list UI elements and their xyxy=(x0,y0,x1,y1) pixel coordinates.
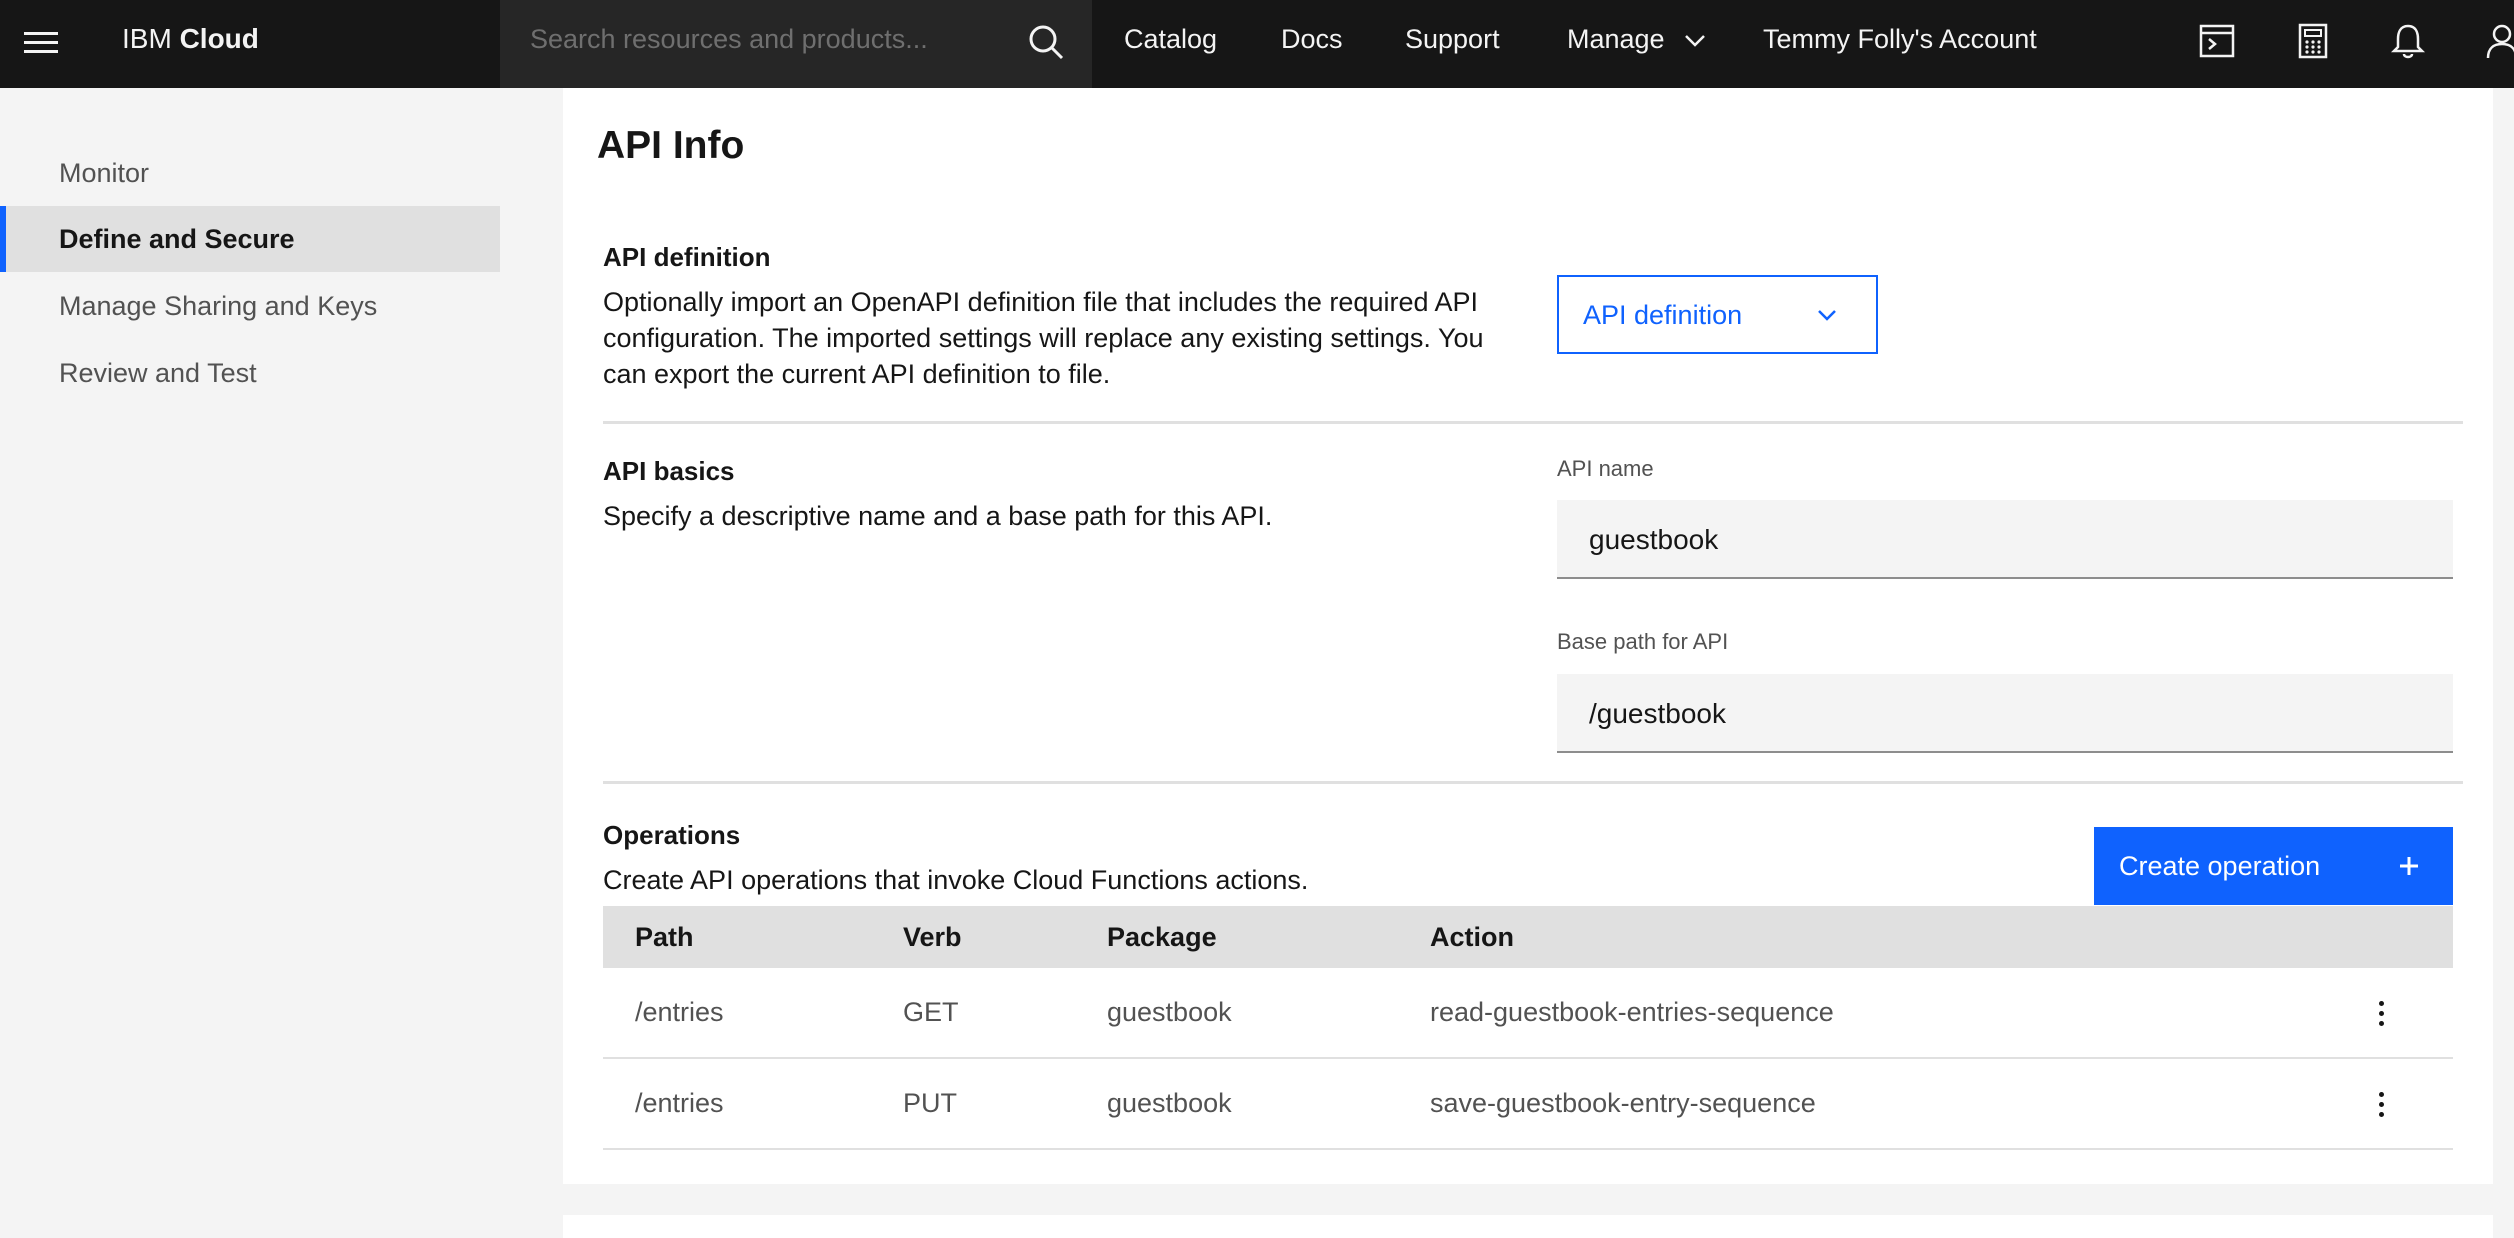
api-definition-dropdown-label: API definition xyxy=(1583,300,1743,330)
top-header: IBM Cloud Search resources and products.… xyxy=(0,0,2514,88)
cell-verb: GET xyxy=(903,997,959,1027)
api-definition-description: Optionally import an OpenAPI definition … xyxy=(603,287,1484,389)
cell-action: save-guestbook-entry-sequence xyxy=(1430,1088,1816,1118)
nav-support[interactable]: Support xyxy=(1405,0,1500,88)
api-definition-title: API definition xyxy=(603,242,771,272)
sidenav-item-monitor[interactable]: Monitor xyxy=(0,140,500,206)
overflow-menu-icon[interactable] xyxy=(2363,1086,2399,1122)
api-definition-dropdown[interactable]: API definition xyxy=(1557,275,1878,354)
sidenav-item-manage-sharing-and-keys[interactable]: Manage Sharing and Keys xyxy=(0,273,500,339)
column-header-verb: Verb xyxy=(903,922,962,952)
next-panel xyxy=(563,1215,2493,1238)
api-name-label: API name xyxy=(1557,456,1654,481)
api-name-field[interactable]: guestbook xyxy=(1557,500,2453,579)
base-path-label: Base path for API xyxy=(1557,629,1729,654)
api-name-value: guestbook xyxy=(1589,524,1719,555)
overflow-menu-icon[interactable] xyxy=(2363,995,2399,1031)
notification-icon[interactable] xyxy=(2387,20,2429,62)
cell-verb: PUT xyxy=(903,1088,957,1118)
search-bar[interactable]: Search resources and products... xyxy=(500,0,1092,88)
table-row: /entries PUT guestbook save-guestbook-en… xyxy=(603,1059,2453,1150)
search-input[interactable]: Search resources and products... xyxy=(530,0,928,78)
operations-title: Operations xyxy=(603,820,741,850)
terminal-icon[interactable] xyxy=(2196,20,2238,62)
side-nav: Monitor Define and Secure Manage Sharing… xyxy=(0,88,500,1238)
api-info-panel: API Info API definition Optionally impor… xyxy=(563,88,2493,1184)
nav-catalog[interactable]: Catalog xyxy=(1124,0,1217,88)
cell-package: guestbook xyxy=(1107,997,1232,1027)
calculator-icon[interactable] xyxy=(2292,20,2334,62)
search-icon[interactable] xyxy=(1026,22,1066,62)
table-header: Path Verb Package Action xyxy=(603,906,2453,968)
user-icon[interactable] xyxy=(2482,20,2514,62)
chevron-down-icon xyxy=(1685,34,1705,47)
nav-docs[interactable]: Docs xyxy=(1281,0,1343,88)
section-divider xyxy=(603,781,2463,784)
api-basics-title: API basics xyxy=(603,456,735,486)
cell-action: read-guestbook-entries-sequence xyxy=(1430,997,1834,1027)
create-operation-button[interactable]: Create operation xyxy=(2094,827,2453,905)
chevron-down-icon xyxy=(1818,310,1836,321)
base-path-field[interactable]: /guestbook xyxy=(1557,674,2453,753)
column-header-package: Package xyxy=(1107,922,1217,952)
operations-description: Create API operations that invoke Cloud … xyxy=(603,865,1309,895)
brand-name: Cloud xyxy=(179,23,259,54)
nav-manage-label: Manage xyxy=(1567,24,1665,54)
api-basics-description: Specify a descriptive name and a base pa… xyxy=(603,501,1273,531)
column-header-path: Path xyxy=(635,922,694,952)
nav-manage[interactable]: Manage xyxy=(1567,0,1706,88)
cell-package: guestbook xyxy=(1107,1088,1232,1118)
hamburger-menu-icon[interactable] xyxy=(24,22,64,62)
page-title: API Info xyxy=(597,124,745,167)
sidenav-item-define-and-secure[interactable]: Define and Secure xyxy=(0,206,500,272)
table-row: /entries GET guestbook read-guestbook-en… xyxy=(603,968,2453,1059)
brand-prefix: IBM xyxy=(122,23,172,54)
cell-path: /entries xyxy=(635,1088,724,1118)
cell-path: /entries xyxy=(635,997,724,1027)
nav-account[interactable]: Temmy Folly's Account xyxy=(1763,0,2037,88)
base-path-value: /guestbook xyxy=(1589,698,1726,729)
section-divider xyxy=(603,421,2463,424)
sidenav-item-review-and-test[interactable]: Review and Test xyxy=(0,340,500,406)
brand-logo[interactable]: IBM Cloud xyxy=(122,0,259,88)
plus-icon xyxy=(2400,857,2418,875)
column-header-action: Action xyxy=(1430,922,1514,952)
create-operation-label: Create operation xyxy=(2119,851,2321,881)
